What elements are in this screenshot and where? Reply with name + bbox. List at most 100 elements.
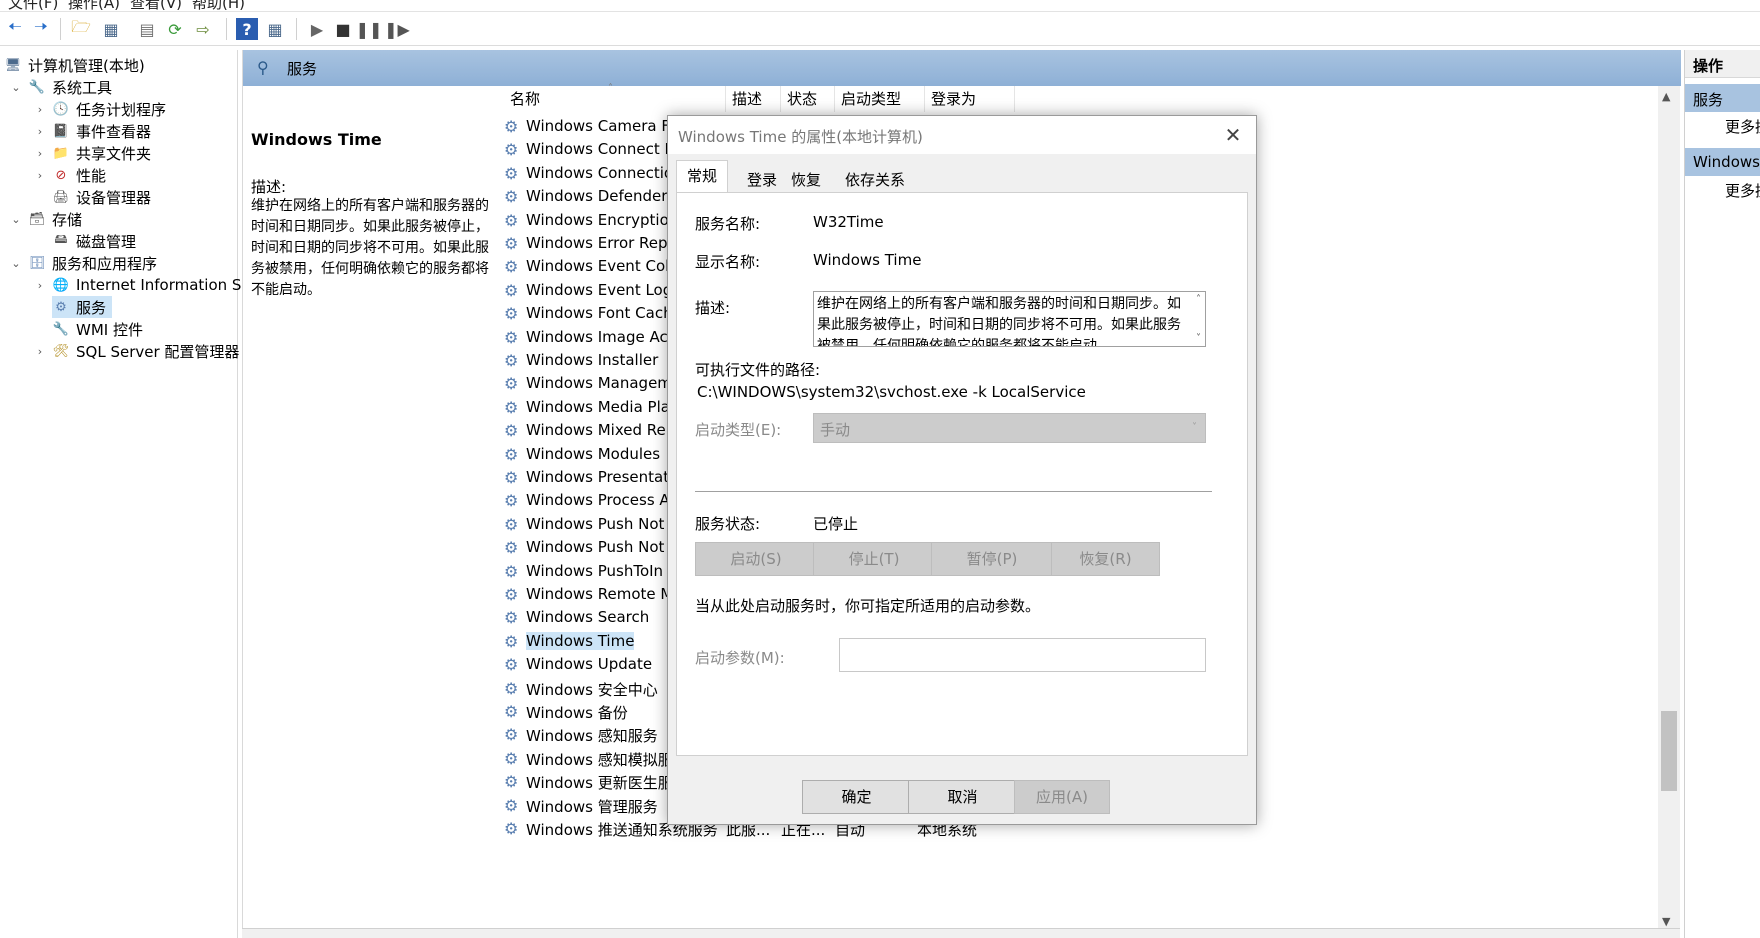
chevron-right-icon[interactable]: › xyxy=(34,345,46,358)
column-header-desc[interactable]: 描述 xyxy=(726,86,781,112)
actions-group-services[interactable]: 服务 xyxy=(1685,84,1760,112)
tree-item-task-scheduler[interactable]: › 🕓 任务计划程序 xyxy=(34,98,166,120)
column-header-startup[interactable]: 启动类型 xyxy=(835,86,925,112)
tree-item-system-tools[interactable]: ⌄ 🔧 系统工具 xyxy=(10,76,112,98)
gear-icon: ⚙ xyxy=(504,304,519,323)
start-button[interactable]: 启动(S) xyxy=(695,542,817,576)
tree-item-services[interactable]: ⚙ 服务 xyxy=(52,296,113,318)
chevron-down-icon[interactable]: ⌄ xyxy=(10,257,22,270)
tree-item-services-apps[interactable]: ⌄ 🗄 服务和应用程序 xyxy=(10,252,157,274)
ok-button[interactable]: 确定 xyxy=(802,780,911,814)
close-icon[interactable]: ✕ xyxy=(1220,122,1246,148)
scroll-down-icon[interactable]: ▼ xyxy=(1662,915,1670,928)
tab-general[interactable]: 常规 xyxy=(676,160,729,193)
chevron-down-icon[interactable]: ⌄ xyxy=(10,81,22,94)
services-header: ⚲ 服务 xyxy=(243,50,1681,86)
cancel-button[interactable]: 取消 xyxy=(908,780,1017,814)
display-name-value: Windows Time xyxy=(813,251,922,269)
menu-view[interactable]: 查看(V) xyxy=(130,0,182,11)
actions-more-link[interactable]: 更多操作 xyxy=(1725,116,1760,137)
play-icon[interactable]: ▶ xyxy=(306,18,328,40)
tree-item-disk-management[interactable]: 🖴 磁盘管理 xyxy=(52,230,136,252)
actions-group-selected[interactable]: Windows Time xyxy=(1685,148,1760,176)
device-manager-icon: 🖨 xyxy=(52,189,70,205)
resume-button[interactable]: 恢复(R) xyxy=(1051,542,1160,576)
gear-icon: ⚙ xyxy=(504,374,519,393)
service-name-cell: Windows 感知模拟服务 xyxy=(526,751,688,769)
vertical-scrollbar[interactable]: ▲ ▼ xyxy=(1658,86,1680,938)
up-folder-icon[interactable]: 🗁 xyxy=(70,17,92,40)
show-hide-tree-icon[interactable]: ▦ xyxy=(100,18,122,40)
gear-icon: ⚙ xyxy=(504,117,519,136)
tree-root[interactable]: 🖥 计算机管理(本地) xyxy=(4,54,145,76)
gear-icon: ⚙ xyxy=(504,515,519,534)
chevron-right-icon[interactable]: › xyxy=(34,169,46,182)
start-params-input[interactable] xyxy=(839,638,1206,672)
tree-item-iis[interactable]: › 🌐 Internet Information Se xyxy=(34,274,251,296)
refresh-icon[interactable]: ⟳ xyxy=(164,18,186,40)
properties-icon[interactable]: ▤ xyxy=(136,18,158,40)
service-name-cell: Windows 安全中心 xyxy=(526,681,658,699)
pause-icon[interactable]: ❚❚ xyxy=(356,18,383,40)
tab-recovery[interactable]: 恢复 xyxy=(780,164,833,192)
extended-view: Windows Time 描述: 维护在网络上的所有客户端和服务器的时间和日期同… xyxy=(243,86,501,938)
menu-help[interactable]: 帮助(H) xyxy=(192,0,245,11)
column-header-status[interactable]: 状态 xyxy=(781,86,835,112)
scroll-up-icon[interactable]: ▲ xyxy=(1662,90,1670,103)
service-name-cell: Windows Remote M xyxy=(526,585,674,603)
tree-item-event-viewer[interactable]: › 📓 事件查看器 xyxy=(34,120,151,142)
action-pane-icon[interactable]: ▦ xyxy=(264,18,286,40)
actions-more-link[interactable]: 更多操作 xyxy=(1725,180,1760,201)
forward-arrow-icon[interactable]: 🠢 xyxy=(30,17,52,40)
pause-button[interactable]: 暂停(P) xyxy=(931,542,1053,576)
restart-icon[interactable]: ❚▶ xyxy=(384,18,410,40)
scroll-down-icon[interactable]: ˅ xyxy=(1196,333,1201,344)
chevron-right-icon[interactable]: › xyxy=(34,147,46,160)
stop-button[interactable]: 停止(T) xyxy=(813,542,935,576)
gear-icon: ⚙ xyxy=(504,140,519,159)
tab-dependencies[interactable]: 依存关系 xyxy=(834,164,917,192)
tree-item-sql[interactable]: › 🛠 SQL Server 配置管理器 xyxy=(34,340,240,362)
dialog-titlebar[interactable]: Windows Time 的属性(本地计算机) ✕ xyxy=(668,116,1256,154)
tree-item-shared-folders[interactable]: › 📁 共享文件夹 xyxy=(34,142,151,164)
gear-icon: ⚙ xyxy=(504,562,519,581)
tree-item-storage[interactable]: ⌄ 🗃 存储 xyxy=(10,208,82,230)
wmi-icon: 🔧 xyxy=(52,321,70,337)
scroll-thumb[interactable] xyxy=(1661,711,1677,791)
tree-item-performance[interactable]: › ⊘ 性能 xyxy=(34,164,106,186)
status-bar xyxy=(242,928,1680,938)
extended-desc-label: 描述: xyxy=(251,178,287,196)
stop-icon[interactable]: ■ xyxy=(332,18,354,40)
scroll-up-icon[interactable]: ˄ xyxy=(1196,294,1201,305)
help-icon[interactable]: ? xyxy=(236,18,258,40)
event-viewer-icon: 📓 xyxy=(52,123,70,139)
chevron-down-icon[interactable]: ⌄ xyxy=(10,213,22,226)
column-header-logon[interactable]: 登录为 xyxy=(925,86,1015,112)
menu-action[interactable]: 操作(A) xyxy=(68,0,120,11)
console-tree: 🖥 计算机管理(本地) ⌄ 🔧 系统工具 › 🕓 任务计划程序 › 📓 事件查看… xyxy=(0,50,251,938)
gear-icon: ⚙ xyxy=(504,187,519,206)
startup-type-value: 手动 xyxy=(820,421,851,439)
chevron-right-icon[interactable]: › xyxy=(34,279,46,292)
menu-file[interactable]: 文件(F) xyxy=(8,0,58,11)
export-list-icon[interactable]: ⇨ xyxy=(192,18,214,40)
service-name-cell: Windows 感知服务 xyxy=(526,727,658,745)
sql-icon: 🛠 xyxy=(52,343,70,359)
tree-item-label: 磁盘管理 xyxy=(76,232,137,251)
gear-icon: ⚙ xyxy=(504,725,519,744)
tree-item-device-manager[interactable]: 🖨 设备管理器 xyxy=(52,186,151,208)
service-name-cell: Windows Time xyxy=(526,632,635,650)
column-header-name[interactable]: 名称 ˄ xyxy=(504,83,726,112)
service-name-cell: Windows Presentat xyxy=(526,468,670,486)
tree-item-wmi[interactable]: 🔧 WMI 控件 xyxy=(52,318,143,340)
chevron-right-icon[interactable]: › xyxy=(34,125,46,138)
back-arrow-icon[interactable]: 🠠 xyxy=(4,17,26,40)
gear-icon: ⚙ xyxy=(504,655,519,674)
gear-icon: ⚙ xyxy=(504,819,519,838)
service-status-value: 已停止 xyxy=(813,515,859,533)
chevron-right-icon[interactable]: › xyxy=(34,103,46,116)
services-header-title: 服务 xyxy=(287,60,318,78)
description-textbox[interactable]: 维护在网络上的所有客户端和服务器的时间和日期同步。如果此服务被停止，时间和日期的… xyxy=(813,291,1206,347)
apply-button[interactable]: 应用(A) xyxy=(1014,780,1110,814)
startup-type-select[interactable]: 手动 ˅ xyxy=(813,413,1206,443)
